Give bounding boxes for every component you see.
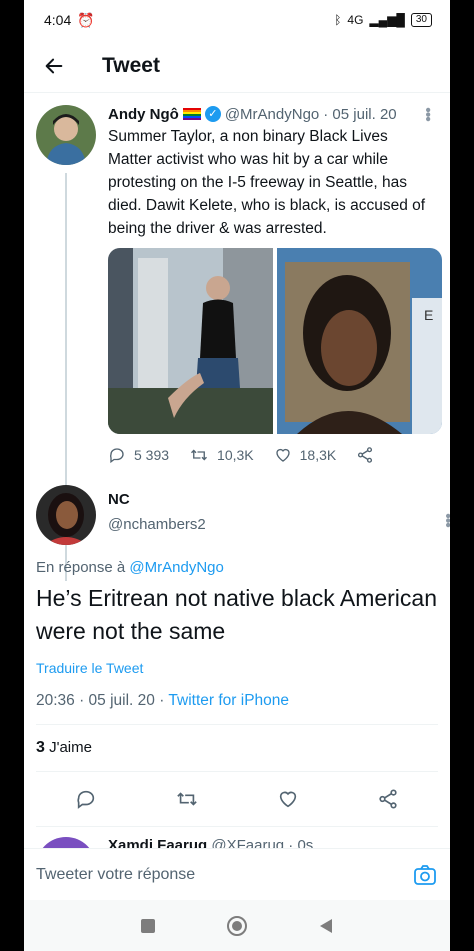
like-button[interactable]: 18,3K [274, 446, 337, 464]
avatar[interactable] [36, 105, 96, 165]
network-label: 4G [347, 13, 364, 27]
retweet-icon [191, 449, 208, 461]
screen: 4:04 ⏰ ᛒ 4G ▂▄▆█ 30 Tweet Andy Ngô ✓ @Mr… [24, 0, 450, 951]
back-nav-icon[interactable] [318, 918, 334, 934]
verified-icon: ✓ [204, 106, 221, 122]
recents-icon[interactable] [140, 918, 156, 934]
retweet-button[interactable]: 10,3K [189, 446, 254, 464]
tweet-meta: 20:36 · 05 juil. 20 · Twitter for iPhone [36, 692, 438, 725]
reply-text: He’s Eritrean not native black American … [36, 585, 437, 644]
like-label: J'aime [49, 739, 92, 756]
tweet-actions: 5 393 10,3K 18,3K [108, 446, 434, 464]
tweet-date: · 05 juil. 20 [323, 105, 397, 123]
like-count: 18,3K [299, 447, 337, 463]
bluetooth-icon: ᛒ [334, 13, 342, 27]
media-photo-right[interactable]: E [277, 248, 442, 434]
retweet-icon[interactable] [175, 788, 199, 810]
share-icon[interactable] [377, 788, 399, 810]
focused-reply-tweet: NC @nchambers2 ••• En réponse à @MrAndyN… [24, 475, 450, 827]
more-icon[interactable]: ••• [418, 107, 436, 121]
reply-actions [36, 772, 438, 827]
retweet-count: 10,3K [217, 447, 254, 463]
app-bar: Tweet [24, 40, 450, 93]
battery-icon: 30 [410, 13, 432, 27]
reply-button[interactable]: 5 393 [108, 446, 169, 464]
arrow-left-icon [45, 58, 63, 74]
source-link[interactable]: Twitter for iPhone [168, 692, 289, 709]
like-icon [275, 448, 290, 462]
avatar[interactable] [36, 485, 96, 545]
page-title: Tweet [102, 54, 160, 77]
more-icon[interactable]: ••• [406, 513, 450, 527]
home-icon[interactable] [226, 915, 248, 937]
reply-composer[interactable]: Tweeter votre réponse [24, 848, 450, 901]
alarm-icon: ⏰ [77, 11, 95, 28]
reply-author-handle[interactable]: @nchambers2 [108, 516, 206, 533]
reply-author-name[interactable]: NC [108, 491, 206, 508]
in-reply-to: En réponse à @MrAndyNgo [36, 559, 438, 576]
like-total: 3 [36, 739, 45, 756]
author-name[interactable]: Andy Ngô [108, 106, 179, 123]
phone-bezel-right [450, 0, 474, 951]
signal-icon: ▂▄▆█ [369, 13, 405, 27]
status-bar: 4:04 ⏰ ᛒ 4G ▂▄▆█ 30 [24, 0, 450, 40]
tweet-text: Summer Taylor, a non binary Black Lives … [108, 128, 426, 237]
author-handle[interactable]: @MrAndyNgo [225, 106, 319, 123]
clock: 4:04 [44, 12, 72, 28]
reply-count: 5 393 [134, 447, 170, 463]
timestamp: 20:36 · 05 juil. 20 · [36, 692, 169, 709]
like-icon[interactable] [277, 788, 299, 810]
camera-icon[interactable] [412, 863, 438, 887]
in-reply-handle[interactable]: @MrAndyNgo [129, 559, 223, 576]
phone-bezel-left [0, 0, 24, 951]
pride-flag-icon [182, 108, 201, 120]
media-photo-left[interactable] [108, 248, 273, 434]
share-button[interactable] [356, 446, 374, 464]
reply-icon [109, 448, 124, 464]
reply-icon[interactable] [75, 788, 97, 810]
android-nav-bar [24, 900, 450, 951]
back-button[interactable] [24, 55, 84, 77]
original-tweet[interactable]: Andy Ngô ✓ @MrAndyNgo · 05 juil. 20 ••• … [24, 93, 450, 581]
in-reply-prefix: En réponse à [36, 559, 126, 576]
like-summary[interactable]: 3 J'aime [36, 725, 438, 772]
svg-text:E: E [424, 307, 433, 323]
tweet-media[interactable]: E [108, 248, 442, 434]
translate-link[interactable]: Traduire le Tweet [36, 660, 438, 676]
reply-input[interactable]: Tweeter votre réponse [36, 866, 195, 884]
share-icon [358, 447, 373, 463]
